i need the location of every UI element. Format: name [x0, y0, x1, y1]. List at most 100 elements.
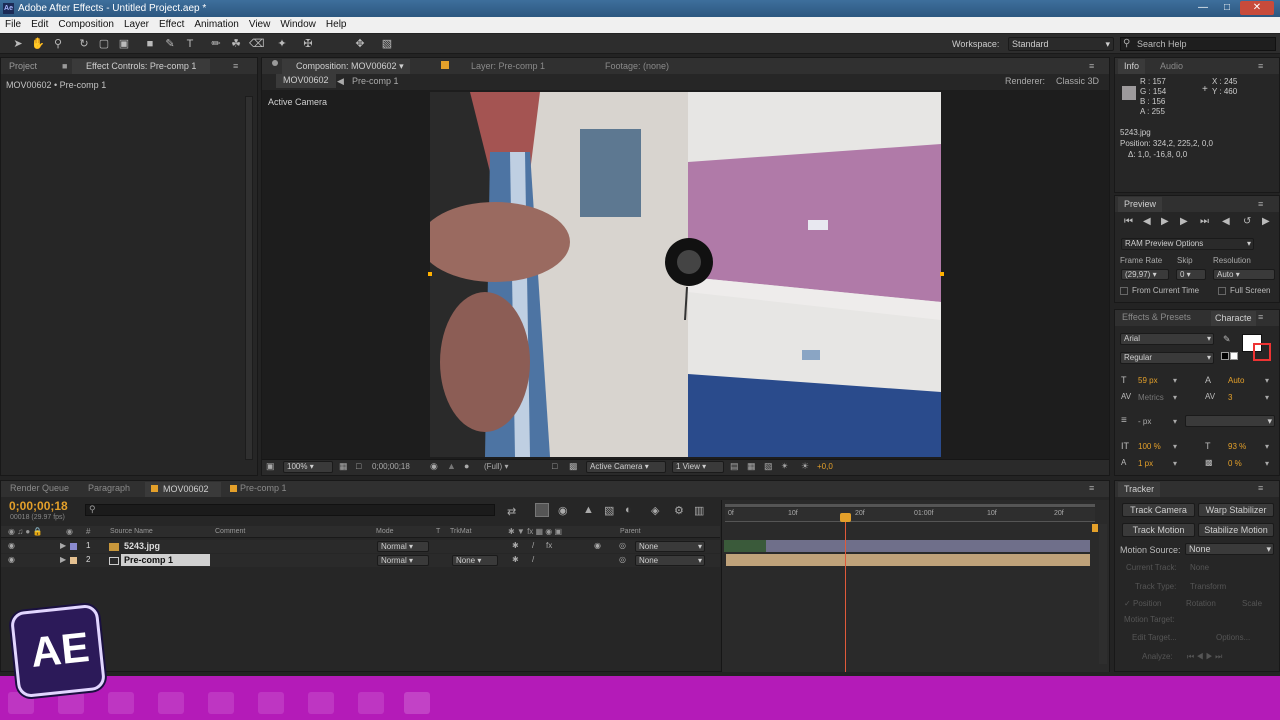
tab-composition[interactable]: Composition: MOV00602 ▾ [282, 59, 410, 74]
panel-menu-icon[interactable]: ≡ [1089, 61, 1094, 71]
work-area-end[interactable] [1092, 524, 1098, 532]
graph-editor-icon[interactable]: ◈ [651, 504, 659, 517]
maximize-icon[interactable]: □ [1216, 1, 1238, 15]
tab-character[interactable]: Characte [1211, 311, 1256, 326]
type-tool-icon[interactable]: T [183, 37, 197, 51]
browser-icon[interactable] [108, 692, 134, 714]
skip-select[interactable]: 0 ▾ [1176, 269, 1206, 280]
menu-layer[interactable]: Layer [119, 17, 154, 33]
font-size-value[interactable]: 59 px [1138, 376, 1158, 385]
from-current-checkbox[interactable] [1120, 287, 1128, 295]
twirl-icon[interactable]: ▶ [60, 541, 66, 550]
panel-menu-icon[interactable]: ≡ [233, 61, 238, 71]
timeline-icon[interactable]: ▧ [764, 461, 773, 472]
channel-icon[interactable]: ● [464, 461, 469, 471]
parent-header[interactable]: Parent [620, 528, 641, 535]
twirl-icon[interactable]: ▶ [60, 555, 66, 564]
tab-paragraph[interactable]: Paragraph [88, 483, 130, 493]
tab-layer[interactable]: Layer: Pre-comp 1 [471, 61, 545, 71]
panel-menu-icon[interactable]: ≡ [1258, 199, 1263, 209]
fast-previews-icon[interactable]: ▦ [747, 461, 756, 472]
parent-pickwhip-icon[interactable]: ◎ [619, 555, 626, 564]
tab-render-queue[interactable]: Render Queue [10, 483, 69, 493]
always-preview-icon[interactable]: ▣ [266, 461, 275, 472]
prev-frame-icon[interactable]: ◀ [1143, 216, 1151, 227]
tab-effects-presets[interactable]: Effects & Presets [1122, 312, 1191, 322]
viewer-timecode[interactable]: 0;00;00;18 [372, 462, 410, 471]
leading-value[interactable]: Auto [1228, 376, 1244, 385]
tsume-value[interactable]: 0 % [1228, 459, 1242, 468]
current-time-indicator[interactable] [845, 515, 846, 672]
eye-icon[interactable]: ◉ [8, 555, 15, 564]
warp-stabilizer-button[interactable]: Warp Stabilizer [1198, 503, 1274, 517]
toggle-pixel-aspect-icon[interactable]: ▤ [730, 461, 739, 472]
current-time-display[interactable]: 0;00;00;18 [9, 499, 68, 513]
exposure-value[interactable]: +0,0 [817, 462, 833, 471]
snapshot-icon[interactable]: ◉ [430, 461, 438, 472]
tab-project[interactable]: Project [9, 61, 37, 71]
menu-composition[interactable]: Composition [53, 17, 119, 33]
chevron-down-icon[interactable]: ▾ [1265, 393, 1269, 402]
tracking-value[interactable]: 3 [1228, 393, 1232, 402]
tab-effect-controls[interactable]: Effect Controls: Pre-comp 1 [72, 59, 211, 74]
black-swatch[interactable] [1221, 352, 1229, 360]
eyedropper-icon[interactable]: ✎ [1223, 334, 1231, 345]
after-effects-taskbar-icon[interactable] [404, 692, 430, 714]
region-of-interest-icon[interactable]: □ [552, 461, 557, 471]
panel-menu-icon[interactable]: ≡ [1258, 61, 1263, 71]
chevron-down-icon[interactable]: ▾ [1265, 459, 1269, 468]
play-icon[interactable]: ▶ [1161, 216, 1169, 227]
layer-bar-1[interactable] [766, 540, 1090, 552]
vertical-scale-value[interactable]: 100 % [1138, 442, 1161, 451]
font-style-select[interactable]: Regular ▾ [1120, 352, 1214, 364]
media-icon[interactable] [158, 692, 184, 714]
chevron-down-icon[interactable]: ▾ [1265, 376, 1269, 385]
app-icon-taskbar[interactable] [308, 692, 334, 714]
view-layout-select[interactable]: 1 View ▾ [672, 461, 724, 473]
track-motion-button[interactable]: Track Motion [1122, 523, 1195, 537]
layer-handle-left[interactable] [428, 272, 432, 276]
puppet-tool-icon[interactable]: ✠ [301, 37, 315, 51]
eye-icon[interactable]: ◉ [8, 541, 15, 550]
search-input[interactable]: Search Help [1120, 37, 1276, 51]
comp-mini-flowchart-icon[interactable]: ⇄ [507, 505, 516, 518]
timeline-scrollbar[interactable] [1099, 524, 1107, 664]
3d-layer-icon[interactable]: ◉ [594, 541, 601, 550]
white-swatch[interactable] [1230, 352, 1238, 360]
stabilize-motion-button[interactable]: Stabilize Motion [1198, 523, 1274, 537]
mask-tool-icon[interactable]: ■ [143, 37, 157, 51]
ram-preview-icon[interactable]: ▶ [1262, 216, 1270, 227]
baseline-shift-value[interactable]: 1 px [1138, 459, 1153, 468]
menu-help[interactable]: Help [321, 17, 352, 33]
collapse-switch-icon[interactable]: ✱ [512, 541, 519, 550]
t-header[interactable]: T [436, 528, 440, 535]
panel-menu-icon[interactable]: ≡ [1089, 483, 1094, 493]
renderer-value[interactable]: Classic 3D [1056, 76, 1099, 86]
source-name-header[interactable]: Source Name [110, 528, 153, 535]
show-snapshot-icon[interactable]: ▲ [447, 461, 456, 471]
current-time-handle[interactable] [840, 513, 851, 522]
workspace-select[interactable]: Standard ▾ [1008, 37, 1114, 51]
live-update-icon[interactable] [535, 503, 549, 517]
full-screen-checkbox[interactable] [1218, 287, 1226, 295]
ram-preview-options-select[interactable]: RAM Preview Options ▾ [1121, 238, 1254, 250]
tab-timeline-precomp[interactable]: Pre-comp 1 [240, 483, 287, 493]
auto-keyframe-icon[interactable]: ▥ [694, 504, 704, 517]
layer-parent-select[interactable]: None ▾ [635, 541, 705, 552]
panel-menu-icon[interactable]: ≡ [1258, 483, 1263, 493]
mode-header[interactable]: Mode [376, 528, 394, 535]
menu-file[interactable]: File [0, 17, 26, 33]
horizontal-scale-value[interactable]: 93 % [1228, 442, 1246, 451]
shy-layers-icon[interactable]: ▲ [583, 504, 594, 516]
draft-3d-icon[interactable]: ◉ [558, 504, 568, 517]
close-icon[interactable]: ✕ [1240, 1, 1274, 15]
quality-switch-icon[interactable]: / [532, 555, 534, 564]
fx-switch-icon[interactable]: fx [546, 541, 552, 550]
lock-icon[interactable]: ■ [62, 61, 67, 71]
grid-icon[interactable]: ▦ [339, 461, 348, 472]
comp-nav-precomp[interactable]: Pre-comp 1 [352, 76, 399, 86]
frame-rate-select[interactable]: (29,97) ▾ [1121, 269, 1169, 280]
collapse-switch-icon[interactable]: ✱ [512, 555, 519, 564]
exposure-icon[interactable]: ☀ [801, 461, 809, 472]
camera-tool-icon[interactable]: ▢ [97, 37, 111, 51]
